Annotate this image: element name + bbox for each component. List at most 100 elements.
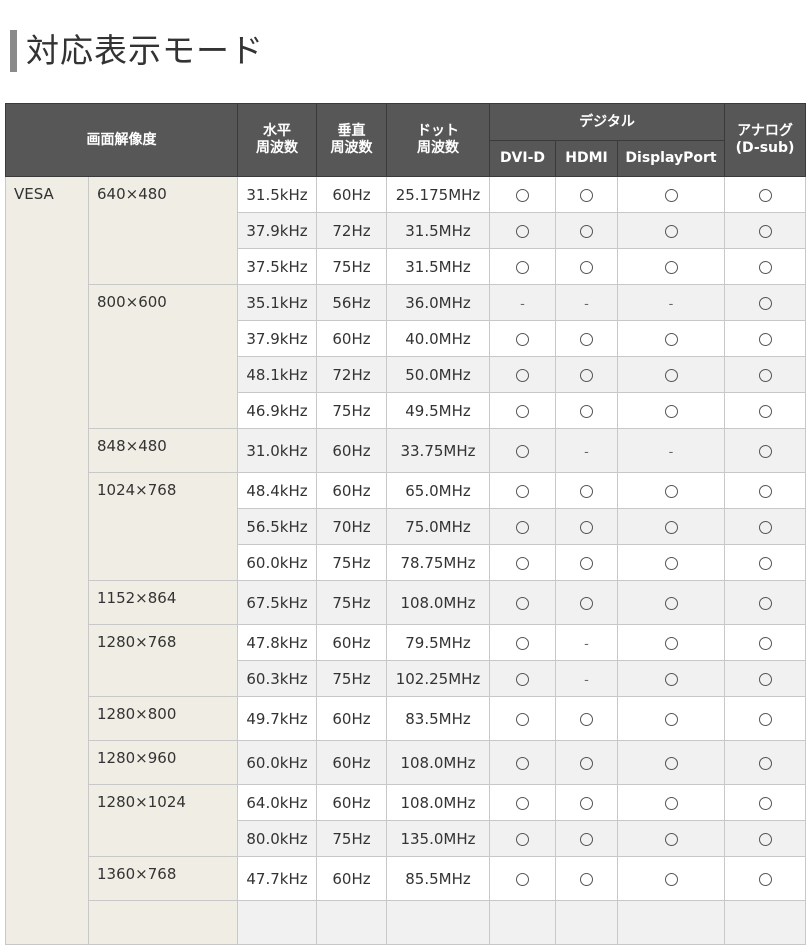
supported-circle-icon (516, 188, 529, 202)
dvi-d-support-cell (489, 248, 556, 285)
supported-circle-icon (758, 332, 772, 346)
supported-circle-icon (664, 260, 678, 274)
analog-support-cell (724, 856, 807, 901)
supported-circle-icon (758, 556, 772, 570)
display-mode-table: 画面解像度 水平 周波数 垂直 周波数 ドット 周波数 デジタル アナログ (D-sub… (5, 103, 807, 945)
unsupported-dash: - (668, 444, 674, 460)
vertical-frequency-cell: 75Hz (316, 580, 387, 625)
supported-circle-icon (580, 712, 593, 726)
analog-support-cell (724, 580, 807, 625)
dot-clock-cell: 25.175MHz (386, 176, 490, 213)
supported-circle-icon (516, 636, 529, 650)
vertical-frequency-cell: 60Hz (316, 740, 387, 785)
dot-clock-cell: 108.0MHz (386, 784, 490, 821)
displayport-support-cell (616, 856, 726, 901)
horizontal-frequency-cell: 37.9kHz (237, 320, 317, 357)
hdmi-support-cell (555, 580, 618, 625)
horizontal-frequency-cell: 48.1kHz (237, 356, 317, 393)
displayport-support-cell (616, 624, 726, 661)
analog-support-cell (724, 660, 807, 697)
unsupported-dash: - (520, 296, 525, 312)
analog-support-cell (724, 284, 807, 321)
supported-circle-icon (758, 712, 772, 726)
supported-circle-icon (758, 596, 772, 610)
horizontal-frequency-cell: 60.3kHz (237, 660, 317, 697)
hdmi-support-cell (555, 544, 618, 581)
supported-circle-icon (758, 296, 772, 310)
table-row: VESA 640×480 31.5kHz 60Hz 25.175MHz (5, 176, 807, 945)
hdmi-support-cell: - (555, 284, 618, 321)
supported-circle-icon (580, 224, 593, 238)
dot-clock-cell: 40.0MHz (386, 320, 490, 357)
dot-clock-cell: 108.0MHz (386, 580, 490, 625)
displayport-support-cell (616, 472, 726, 509)
dvi-d-support-cell (489, 212, 556, 249)
supported-circle-icon (664, 224, 678, 238)
displayport-support-cell (616, 356, 726, 393)
resolution-cell: 1280×1024 (88, 784, 238, 857)
hdmi-support-cell: - (555, 624, 618, 661)
resolution-cell: 1280×960 (88, 740, 238, 785)
dot-clock-cell: 108.0MHz (386, 740, 490, 785)
hdmi-support-cell (555, 176, 618, 213)
supported-circle-icon (580, 484, 593, 498)
dot-clock-cell: 78.75MHz (386, 544, 490, 581)
supported-circle-icon (516, 404, 529, 418)
supported-circle-icon (664, 484, 678, 498)
horizontal-frequency-cell: 46.9kHz (237, 392, 317, 429)
dvi-d-support-cell (489, 428, 556, 473)
supported-circle-icon (516, 596, 529, 610)
horizontal-frequency-cell: 56.5kHz (237, 508, 317, 545)
supported-circle-icon (516, 712, 529, 726)
analog-support-cell (724, 508, 807, 545)
dot-clock-cell: 135.0MHz (386, 820, 490, 857)
dvi-d-support-cell: - (489, 284, 556, 321)
vertical-frequency-cell: 75Hz (316, 660, 387, 697)
supported-circle-icon (516, 832, 529, 846)
horizontal-frequency-cell: 80.0kHz (237, 820, 317, 857)
resolution-cell (88, 900, 238, 945)
analog-support-cell (724, 248, 807, 285)
vertical-frequency-cell: 75Hz (316, 820, 387, 857)
vertical-frequency-cell: 60Hz (316, 856, 387, 901)
empty-cell (489, 900, 556, 945)
table-row: 1280×800 49.7kHz 60Hz 83.5MHz (6, 696, 807, 741)
supported-circle-icon (664, 520, 678, 534)
display-mode-rows: VESA 640×480 31.5kHz 60Hz 25.175MHz 37.9kHz 72… (5, 176, 807, 945)
vertical-frequency-cell: 75Hz (316, 544, 387, 581)
supported-circle-icon (758, 368, 772, 382)
supported-circle-icon (664, 712, 678, 726)
hdmi-support-cell: - (555, 660, 618, 697)
dvi-d-support-cell (489, 624, 556, 661)
dot-clock-cell: 50.0MHz (386, 356, 490, 393)
horizontal-frequency-cell: 67.5kHz (237, 580, 317, 625)
header-resolution: 画面解像度 (5, 103, 238, 177)
dot-clock-cell: 79.5MHz (386, 624, 490, 661)
horizontal-frequency-cell: 60.0kHz (237, 740, 317, 785)
table-row: 1024×768 48.4kHz 60Hz 65.0MHz (6, 472, 807, 581)
horizontal-frequency-cell: 48.4kHz (237, 472, 317, 509)
header-horizontal-frequency: 水平 周波数 (237, 103, 317, 177)
supported-circle-icon (580, 556, 593, 570)
hdmi-support-cell (555, 248, 618, 285)
header-dvi-d: DVI-D (489, 140, 556, 177)
displayport-support-cell (616, 320, 726, 357)
vertical-frequency-cell: 60Hz (316, 624, 387, 661)
analog-support-cell (724, 356, 807, 393)
table-row: 848×480 31.0kHz 60Hz 33.75MHz - - (6, 428, 807, 473)
dvi-d-support-cell (489, 820, 556, 857)
supported-circle-icon (580, 756, 593, 770)
hdmi-support-cell (555, 820, 618, 857)
empty-cell (386, 900, 490, 945)
vertical-frequency-cell: 72Hz (316, 356, 387, 393)
supported-circle-icon (664, 672, 678, 686)
empty-cell (724, 900, 807, 945)
supported-circle-icon (516, 872, 529, 886)
displayport-support-cell (616, 820, 726, 857)
header-dot-frequency: ドット 周波数 (386, 103, 490, 177)
dot-clock-cell: 83.5MHz (386, 696, 490, 741)
analog-support-cell (724, 784, 807, 821)
displayport-support-cell (616, 740, 726, 785)
empty-cell (237, 900, 317, 945)
hdmi-support-cell (555, 740, 618, 785)
